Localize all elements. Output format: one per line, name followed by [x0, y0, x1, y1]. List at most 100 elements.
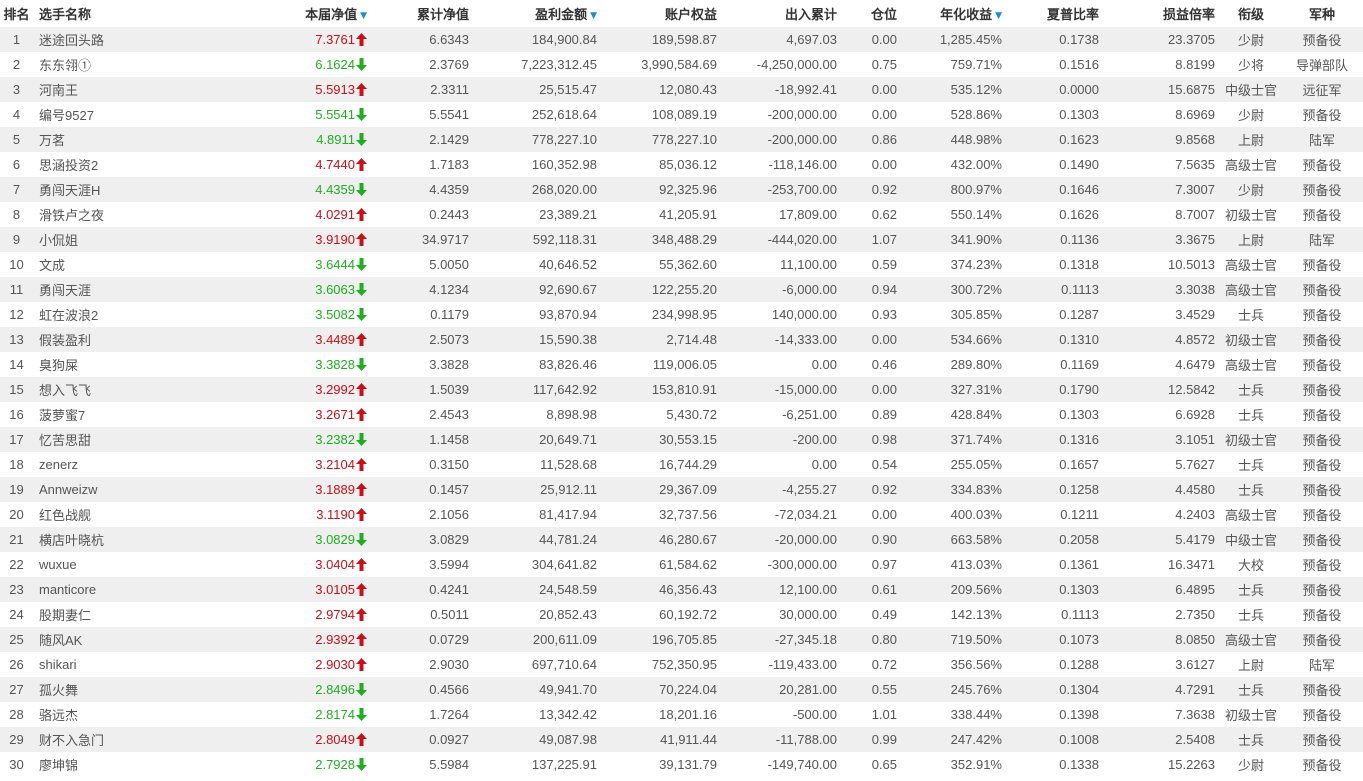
cell-rank-title-value: 高级士官: [1224, 283, 1277, 298]
table-row[interactable]: 6 思涵投资2 4.7440 1.7183 160,352.98 85,036.12 -11…: [0, 152, 1363, 177]
table-row[interactable]: 18 zenerz 3.2104 0.3150 11,528.68 16,744.29 0.…: [0, 452, 1363, 477]
cell-profit-value: 25,912.11: [540, 482, 597, 497]
cell-rank-title: 士兵: [1221, 402, 1281, 427]
header-equity[interactable]: 账户权益: [603, 0, 723, 27]
cell-equity-value: 85,036.12: [659, 157, 717, 172]
cell-profit-value: 11,528.68: [540, 457, 597, 472]
cell-position-value: 0.97: [871, 557, 897, 572]
header-position[interactable]: 仓位: [843, 0, 903, 27]
table-row[interactable]: 4 编号9527 5.5541 5.5541 252,618.64 108,089.19 -…: [0, 102, 1363, 127]
cell-cum-nav: 1.7264: [373, 702, 483, 727]
cell-profit: 8,898.98: [483, 402, 603, 427]
cell-annual-value: 352.91%: [950, 757, 1002, 772]
cell-pl-ratio-value: 8.0850: [1175, 632, 1215, 647]
table-row[interactable]: 30 廖坤锦 2.7928 5.5984 137,225.91 39,131.79 -149…: [0, 752, 1363, 777]
table-row[interactable]: 21 横店叶晓杭 3.0829 3.0829 44,781.24 46,280.67 -20…: [0, 527, 1363, 552]
cell-corps-value: 预备役: [1302, 733, 1342, 748]
table-row[interactable]: 3 河南王 5.5913 2.3311 25,515.47 12,080.43 -18,99…: [0, 77, 1363, 102]
cell-cum-nav: 1.1458: [373, 427, 483, 452]
cell-annual: 352.91%: [903, 752, 1008, 777]
table-row[interactable]: 12 虹在波浪2 3.5082 0.1179 93,870.94 234,998.95 14…: [0, 302, 1363, 327]
cell-profit: 25,912.11: [483, 477, 603, 502]
sort-desc-icon[interactable]: ▼: [995, 11, 1002, 21]
header-profit[interactable]: 盈利金额 ▼: [483, 0, 603, 27]
cell-inout: 20,281.00: [723, 677, 843, 702]
table-row[interactable]: 8 滑铁卢之夜 4.0291 0.2443 23,389.21 41,205.91 17,8…: [0, 202, 1363, 227]
header-sharpe[interactable]: 夏普比率: [1008, 0, 1113, 27]
cell-sharpe: 0.1310: [1008, 327, 1113, 352]
table-row[interactable]: 11 勇闯天涯 3.6063 4.1234 92,690.67 122,255.20 -6,…: [0, 277, 1363, 302]
cell-rank-title-value: 士兵: [1237, 733, 1264, 748]
cell-inout: -11,788.00: [723, 727, 843, 752]
cell-rank: 14: [0, 352, 33, 377]
table-row[interactable]: 23 manticore 3.0105 0.4241 24,548.59 46,356.4…: [0, 577, 1363, 602]
cell-rank-title: 少尉: [1221, 27, 1281, 52]
cell-equity: 12,080.43: [603, 77, 723, 102]
sort-desc-icon[interactable]: ▼: [590, 11, 597, 21]
cell-profit-value: 697,710.64: [531, 657, 597, 672]
header-cum-nav[interactable]: 累计净值: [373, 0, 483, 27]
cell-sharpe-value: 0.1211: [1060, 507, 1099, 522]
cell-cum-nav: 6.6343: [373, 27, 483, 52]
table-row[interactable]: 22 wuxue 3.0404 3.5994 304,641.82 61,584.62 -3…: [0, 552, 1363, 577]
table-row[interactable]: 9 小侃姐 3.9190 34.9717 592,118.31 348,488.29 -44…: [0, 227, 1363, 252]
table-row[interactable]: 16 菠萝蜜7 3.2671 2.4543 8,898.98 5,430.72 -6,251…: [0, 402, 1363, 427]
header-inout[interactable]: 出入累计: [723, 0, 843, 27]
cell-player-name-value: 小侃姐: [39, 233, 79, 248]
table-row[interactable]: 29 财不入急门 2.8049 0.0927 49,087.98 41,911.44 -11…: [0, 727, 1363, 752]
cell-sharpe-value: 0.1258: [1059, 482, 1099, 497]
table-row[interactable]: 17 忆苦思甜 3.2382 1.1458 20,649.71 30,553.15 -200…: [0, 427, 1363, 452]
table-row[interactable]: 5 万茗 4.8911 2.1429 778,227.10 778,227.10 -200,…: [0, 127, 1363, 152]
cell-pl-ratio-value: 3.6127: [1175, 657, 1215, 672]
cell-pl-ratio: 7.3638: [1113, 702, 1221, 727]
table-row[interactable]: 20 红色战舰 3.1190 2.1056 81,417.94 32,737.56 -72,…: [0, 502, 1363, 527]
cell-rank-value: 27: [9, 682, 24, 697]
header-corps[interactable]: 军种: [1281, 0, 1363, 27]
header-rank[interactable]: 排名: [0, 0, 33, 27]
cell-pl-ratio-value: 16.3471: [1168, 557, 1215, 572]
cell-rank-value: 30: [9, 757, 24, 772]
table-row[interactable]: 14 臭狗屎 3.3828 3.3828 83,826.46 119,006.05 0.00…: [0, 352, 1363, 377]
cell-corps: 预备役: [1281, 427, 1363, 452]
cell-position: 0.49: [843, 602, 903, 627]
cell-position: 0.75: [843, 52, 903, 77]
table-row[interactable]: 1 迷途回头路 7.3761 6.6343 184,900.84 189,598.87 4,…: [0, 27, 1363, 52]
cell-rank-title: 高级士官: [1221, 352, 1281, 377]
cell-position-value: 0.00: [871, 32, 897, 47]
cell-pl-ratio-value: 8.7007: [1175, 207, 1215, 222]
sort-desc-icon[interactable]: ▼: [360, 11, 367, 21]
cell-rank-title: 少尉: [1221, 752, 1281, 777]
header-pl-ratio[interactable]: 损益倍率: [1113, 0, 1221, 27]
table-row[interactable]: 15 想入飞飞 3.2992 1.5039 117,642.92 153,810.91 -1…: [0, 377, 1363, 402]
cell-nav-value: 2.8496: [315, 682, 355, 697]
table-row[interactable]: 25 随风AK 2.9392 0.0729 200,611.09 196,705.85 -2…: [0, 627, 1363, 652]
cell-rank-title: 士兵: [1221, 677, 1281, 702]
cell-rank-value: 4: [12, 107, 21, 122]
table-row[interactable]: 27 孤火舞 2.8496 0.4566 49,941.70 70,224.04 20,28…: [0, 677, 1363, 702]
header-rank-title[interactable]: 衔级: [1221, 0, 1281, 27]
table-row[interactable]: 26 shikari 2.9030 2.9030 697,710.64 752,350.9…: [0, 652, 1363, 677]
cell-inout: -15,000.00: [723, 377, 843, 402]
cell-sharpe-value: 0.1136: [1060, 232, 1099, 247]
cell-corps-value: 陆军: [1308, 133, 1335, 148]
header-name[interactable]: 选手名称: [33, 0, 263, 27]
cell-cum-nav: 2.1429: [373, 127, 483, 152]
cell-rank-value: 3: [12, 82, 21, 97]
cell-position-value: 0.65: [871, 757, 897, 772]
cell-nav-value: 4.8911: [316, 132, 355, 147]
cell-rank-title: 士兵: [1221, 452, 1281, 477]
header-nav[interactable]: 本届净值 ▼: [263, 0, 373, 27]
table-row[interactable]: 13 假装盈利 3.4489 2.5073 15,590.38 2,714.48 -14,3…: [0, 327, 1363, 352]
cell-position-value: 0.93: [871, 307, 897, 322]
cell-nav-value: 3.0404: [315, 557, 355, 572]
table-row[interactable]: 2 东东翎① 6.1624 2.3769 7,223,312.45 3,990,584.6…: [0, 52, 1363, 77]
table-row[interactable]: 24 股期妻仁 2.9794 0.5011 20,852.43 60,192.72 30,0…: [0, 602, 1363, 627]
cell-profit: 92,690.67: [483, 277, 603, 302]
table-row[interactable]: 19 Annweizw 3.1889 0.1457 25,912.11 29,367.09…: [0, 477, 1363, 502]
table-row[interactable]: 7 勇闯天涯H 4.4359 4.4359 268,020.00 92,325.96 -25…: [0, 177, 1363, 202]
table-row[interactable]: 28 骆远杰 2.8174 1.7264 13,342.42 18,201.16 -500.…: [0, 702, 1363, 727]
table-row[interactable]: 10 文成 3.6444 5.0050 40,646.52 55,362.60 11,100…: [0, 252, 1363, 277]
cell-rank: 24: [0, 602, 33, 627]
header-annual[interactable]: 年化收益 ▼: [903, 0, 1008, 27]
cell-cum-nav-value: 2.1429: [429, 132, 469, 147]
